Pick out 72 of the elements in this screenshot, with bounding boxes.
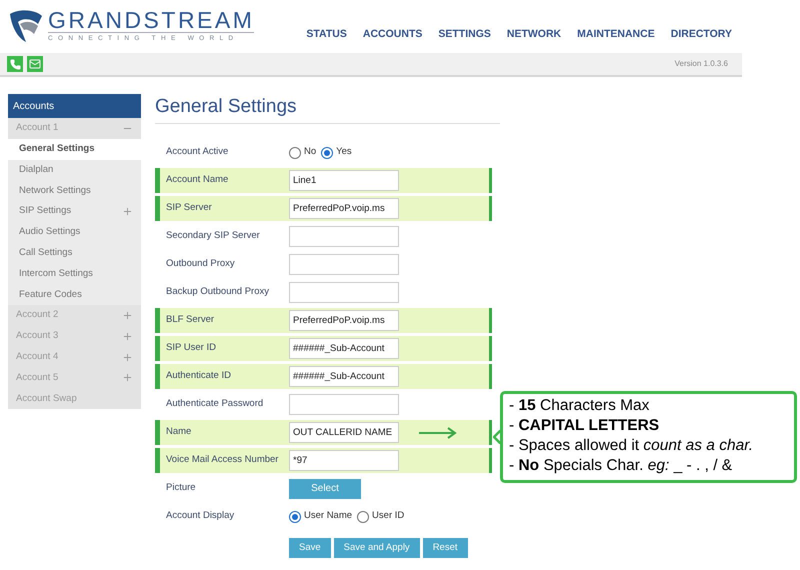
nav-link[interactable]: DIRECTORY [670, 27, 732, 43]
nav-link[interactable]: MAINTENANCE [577, 27, 655, 43]
radio-button[interactable] [289, 146, 301, 158]
field-label: Outbound Proxy [165, 257, 236, 272]
text-field[interactable]: OUT CALLERID NAME [289, 422, 399, 443]
sidebar-item[interactable]: Dialplan [8, 160, 141, 180]
radio-label: User ID [372, 509, 404, 524]
phone-icon[interactable] [7, 56, 23, 72]
select-button[interactable]: Select [289, 478, 361, 498]
field-label: BLF Server [165, 313, 216, 328]
sidebar-item[interactable]: Intercom Settings [8, 264, 141, 284]
field-label: Picture [165, 481, 197, 496]
text-field[interactable] [289, 394, 399, 415]
field-label: Backup Outbound Proxy [165, 285, 270, 300]
radio-button[interactable] [357, 510, 370, 522]
note-line: - Spaces allowed it count as a char. [509, 436, 754, 456]
field-label: Account Display [165, 509, 236, 524]
radio-label: No [304, 145, 316, 160]
mail-icon[interactable] [27, 56, 43, 72]
text-field[interactable]: PreferredPoP.voip.ms [289, 198, 399, 219]
sidebar-item[interactable]: Call Settings [8, 242, 141, 264]
radio-button[interactable] [289, 510, 301, 522]
expand-icon[interactable] [122, 310, 133, 322]
sidebar-item[interactable]: SIP Settings [8, 201, 141, 222]
text-field[interactable]: ######_Sub-Account [289, 366, 399, 387]
action-button[interactable]: Save [289, 538, 331, 558]
text-field[interactable] [289, 254, 399, 275]
field-label: Account Active [165, 145, 230, 160]
version-text: Version 1.0.3.6 [674, 58, 728, 70]
nav-link[interactable]: STATUS [306, 27, 347, 43]
nav-link[interactable]: ACCOUNTS [362, 27, 422, 43]
text-field[interactable]: ######_Sub-Account [289, 338, 399, 359]
expand-icon[interactable] [122, 352, 133, 363]
text-field[interactable]: Line1 [289, 170, 399, 191]
sidebar-item[interactable]: Account 2 [8, 305, 141, 326]
sidebar-item[interactable]: Account 3 [8, 326, 141, 347]
text-field[interactable] [289, 226, 399, 247]
nav-link[interactable]: NETWORK [506, 27, 562, 43]
note-line: - CAPITAL LETTERS [509, 416, 660, 436]
sidebar-item[interactable]: Account Swap [8, 388, 141, 410]
sidebar-item[interactable]: Network Settings [8, 180, 141, 202]
text-field[interactable] [289, 282, 399, 303]
field-label: Authenticate Password [165, 397, 264, 412]
logo-icon [8, 8, 44, 44]
field-label: Voice Mail Access Number [165, 453, 280, 468]
text-field[interactable]: *97 [289, 450, 399, 471]
expand-icon[interactable] [122, 330, 133, 342]
sidebar-item[interactable]: Account 1 [8, 118, 141, 139]
expand-icon[interactable] [122, 372, 133, 384]
expand-icon[interactable] [122, 206, 133, 218]
radio-label: Yes [336, 145, 352, 160]
nav-link[interactable]: SETTINGS [438, 27, 491, 43]
sidebar-item[interactable]: Account 5 [8, 368, 141, 388]
radio-label: User Name [304, 509, 352, 524]
brand-name: GRANDSTREAM [48, 8, 254, 32]
field-label: Authenticate ID [165, 369, 232, 384]
note-line: - No Specials Char. eg: _ - . , / & [509, 456, 734, 476]
field-label: SIP User ID [165, 341, 217, 356]
action-button[interactable]: Save and Apply [334, 538, 420, 558]
field-label: Name [165, 425, 192, 440]
radio-button[interactable] [321, 146, 334, 158]
sidebar-item[interactable]: Audio Settings [8, 222, 141, 243]
page-title: General Settings [155, 94, 500, 124]
action-button[interactable]: Reset [422, 538, 468, 558]
text-field[interactable]: PreferredPoP.voip.ms [289, 310, 399, 331]
sidebar-item[interactable]: Account 4 [8, 346, 141, 368]
field-label: Account Name [165, 173, 230, 188]
sidebar-item[interactable]: Feature Codes [8, 284, 141, 306]
note-line: - 15 Characters Max [509, 396, 650, 416]
sidebar-header: Accounts [8, 94, 141, 118]
field-label: Secondary SIP Server [165, 229, 261, 244]
field-label: SIP Server [165, 201, 213, 216]
